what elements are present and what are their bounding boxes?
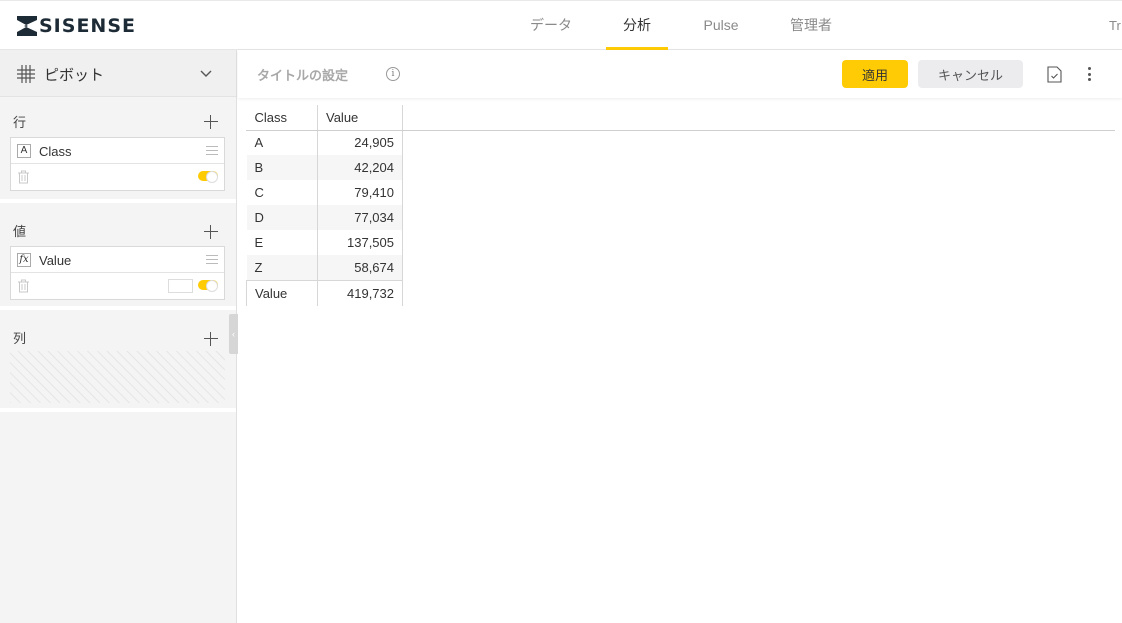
widget-title-input[interactable]: タイトルの設定	[257, 65, 348, 84]
grand-total-label: Value	[246, 279, 318, 306]
row-class-cell: A	[246, 130, 318, 155]
row-class-cell: Z	[246, 255, 318, 280]
sisense-logo[interactable]: SISENSE	[17, 15, 136, 37]
columns-drop-zone[interactable]	[10, 351, 225, 403]
row-field-name[interactable]: Class	[39, 144, 72, 159]
tab-admin[interactable]: 管理者	[789, 1, 833, 50]
values-section-title: 値	[13, 224, 27, 239]
tab-truncated[interactable]: Tr	[1109, 18, 1121, 33]
columns-section-title: 列	[13, 331, 27, 346]
tab-data[interactable]: データ	[528, 1, 574, 50]
rows-section-title: 行	[13, 115, 27, 130]
pivot-grid-icon	[17, 65, 35, 83]
row-value-cell: 58,674	[317, 255, 403, 280]
cancel-button[interactable]: キャンセル	[918, 60, 1023, 88]
table-row: C 79,410	[246, 180, 403, 205]
columns-section: 列	[0, 310, 236, 412]
trash-icon[interactable]	[17, 170, 30, 184]
widget-header: タイトルの設定 i 適用 キャンセル	[238, 50, 1122, 98]
info-icon[interactable]: i	[386, 67, 400, 81]
value-field-name[interactable]: Value	[39, 253, 71, 268]
column-header-value[interactable]: Value	[317, 105, 403, 130]
color-picker-box[interactable]	[168, 279, 193, 293]
column-header-class[interactable]: Class	[246, 105, 318, 130]
collapse-panel-handle[interactable]: ‹	[229, 314, 238, 354]
grand-total-row: Value 419,732	[246, 279, 403, 306]
value-toggle-switch[interactable]	[198, 280, 218, 292]
row-value-cell: 137,505	[317, 230, 403, 255]
values-section: 値 fx Value	[0, 203, 236, 310]
chevron-down-icon[interactable]	[199, 66, 213, 80]
pivot-table: Class Value A 24,905 B 42,204 C 79,410 D…	[246, 105, 1115, 306]
formula-type-icon: fx	[17, 253, 31, 267]
more-options-icon[interactable]	[1088, 67, 1092, 83]
row-class-cell: C	[246, 180, 318, 205]
top-navigation-bar: SISENSE データ 分析 Pulse 管理者 Tr	[0, 0, 1122, 50]
rows-section: 行 A Class	[0, 97, 236, 203]
drag-handle-icon[interactable]	[206, 255, 218, 264]
text-type-icon: A	[17, 144, 31, 158]
widget-type-selector[interactable]: ピボット	[0, 50, 236, 97]
add-row-icon[interactable]	[203, 114, 219, 130]
trash-icon[interactable]	[17, 279, 30, 293]
row-field-card[interactable]: A Class	[10, 137, 225, 191]
tab-pulse[interactable]: Pulse	[702, 1, 740, 50]
table-row: A 24,905	[246, 130, 403, 155]
row-class-cell: E	[246, 230, 318, 255]
tab-analytics[interactable]: 分析	[606, 1, 668, 50]
apply-button[interactable]: 適用	[842, 60, 908, 88]
row-value-cell: 79,410	[317, 180, 403, 205]
table-row: E 137,505	[246, 230, 403, 255]
table-row: B 42,204	[246, 155, 403, 180]
table-row: D 77,034	[246, 205, 403, 230]
row-value-cell: 24,905	[317, 130, 403, 155]
value-field-card[interactable]: fx Value	[10, 246, 225, 300]
row-value-cell: 42,204	[317, 155, 403, 180]
logo-text: SISENSE	[39, 15, 136, 37]
grand-total-value: 419,732	[317, 279, 403, 306]
add-column-icon[interactable]	[203, 331, 219, 347]
drag-handle-icon[interactable]	[206, 146, 218, 155]
row-toggle-switch[interactable]	[198, 171, 218, 183]
add-value-icon[interactable]	[203, 224, 219, 240]
sisense-logo-icon	[17, 16, 37, 36]
row-value-cell: 77,034	[317, 205, 403, 230]
widget-editor-panel: ピボット 行 A Class 値 fx Value 列 ‹	[0, 50, 238, 623]
document-check-icon[interactable]	[1047, 66, 1062, 83]
row-class-cell: D	[246, 205, 318, 230]
widget-type-label: ピボット	[44, 67, 105, 84]
row-class-cell: B	[246, 155, 318, 180]
table-row: Z 58,674	[246, 255, 403, 280]
